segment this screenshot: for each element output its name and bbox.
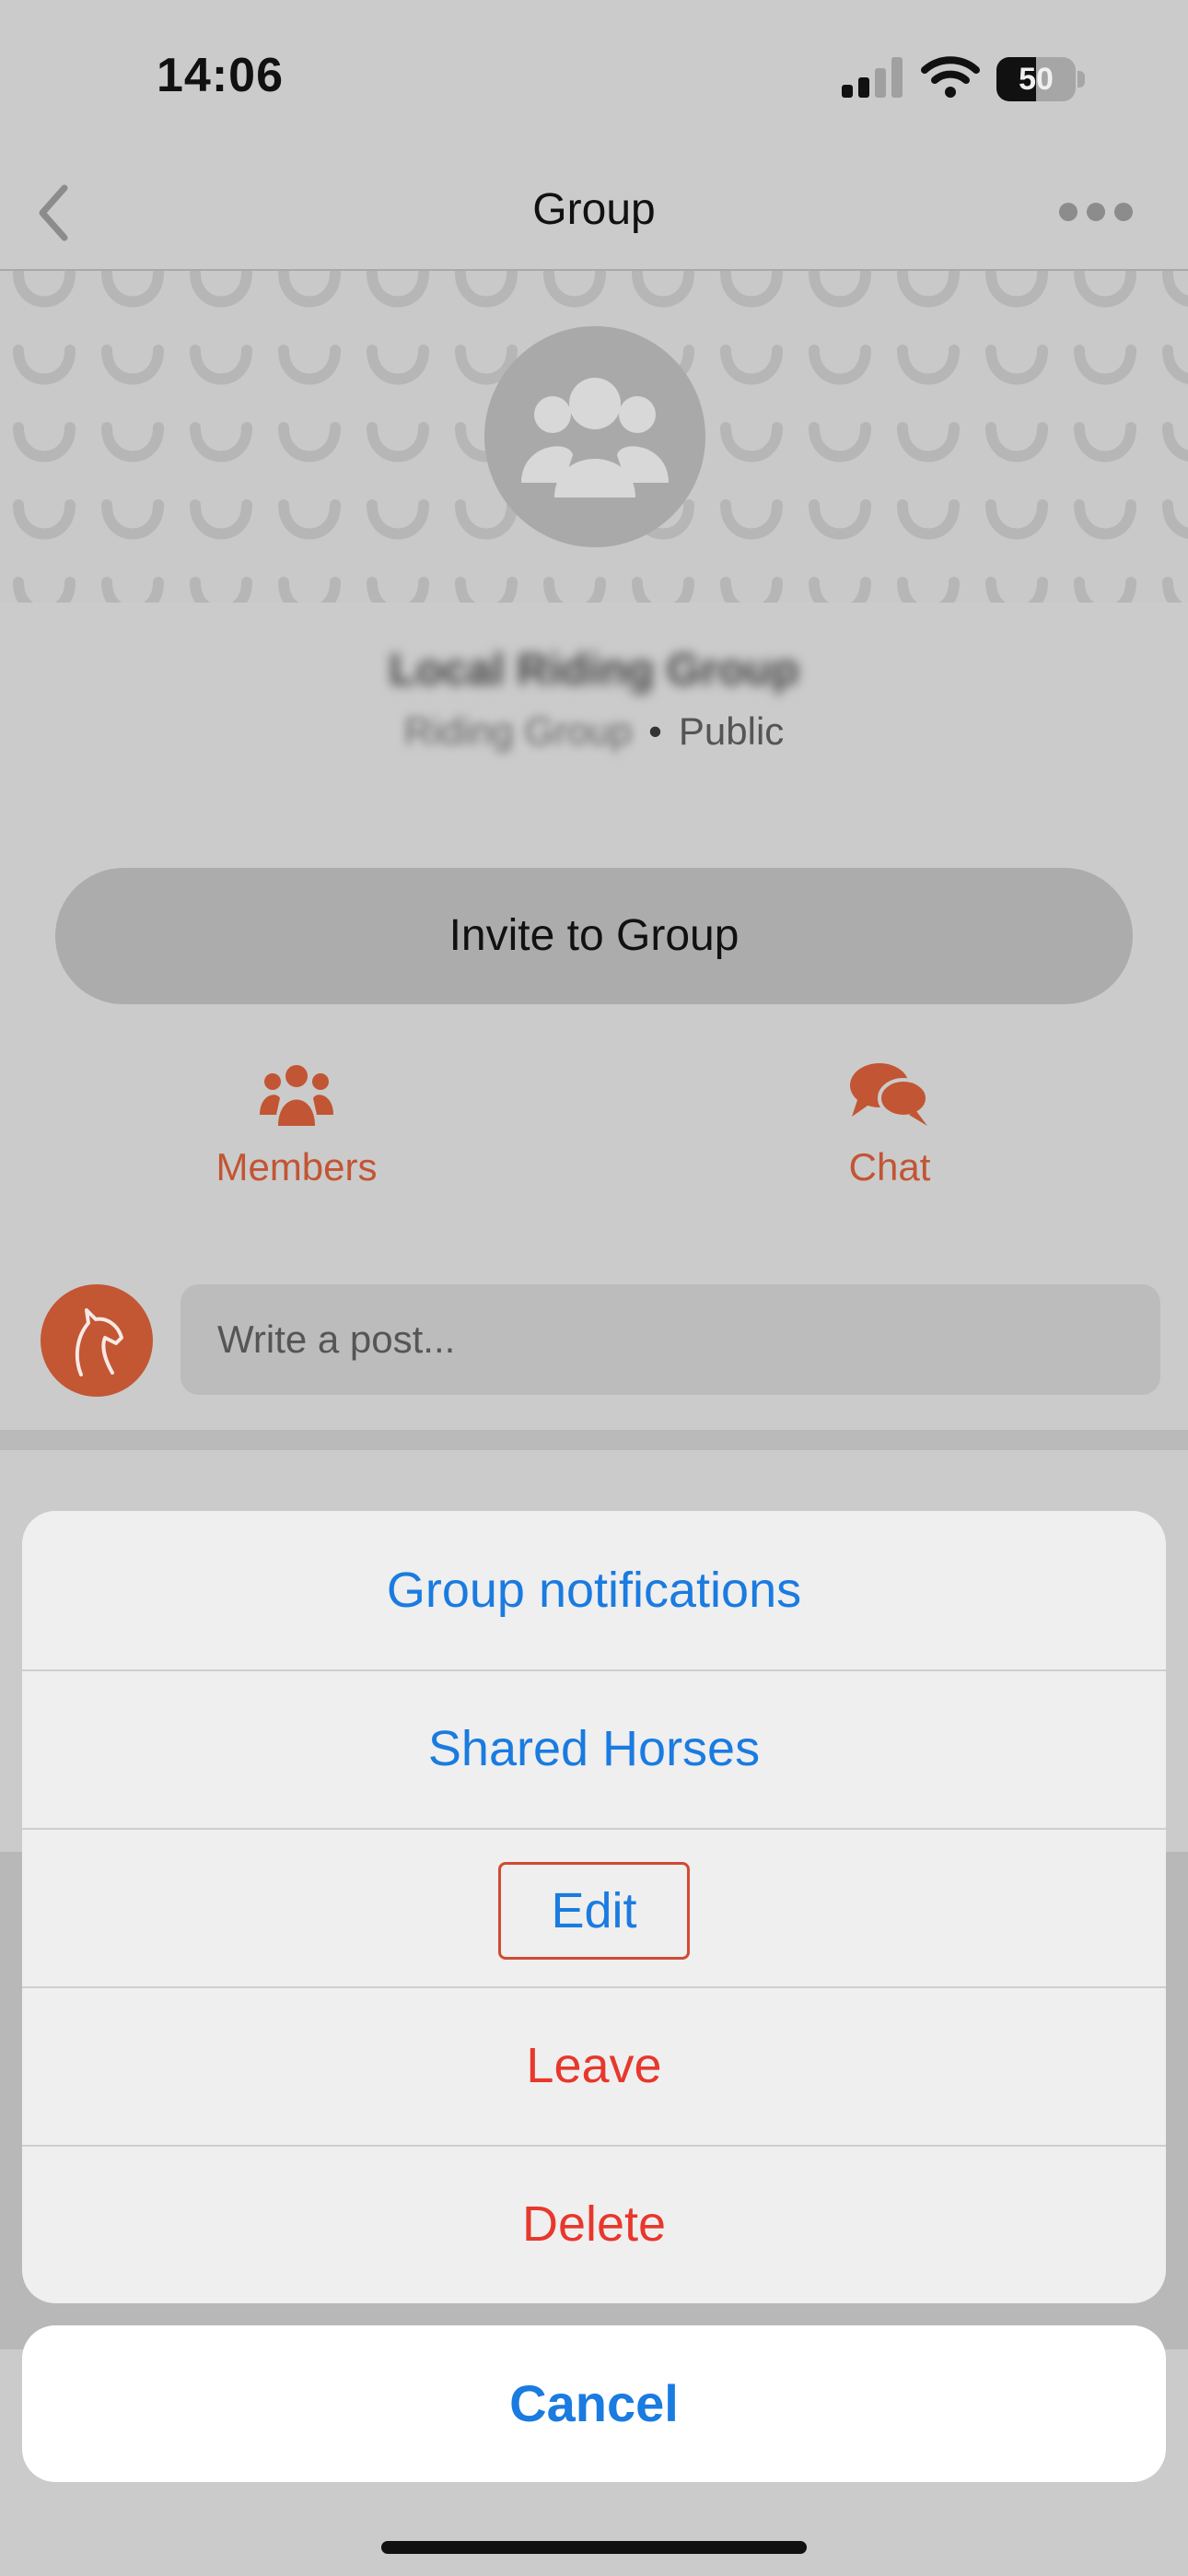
- write-post-input[interactable]: Write a post...: [181, 1284, 1160, 1395]
- cellular-signal-icon: [842, 57, 903, 98]
- invite-to-group-button[interactable]: Invite to Group: [55, 868, 1133, 1004]
- user-avatar[interactable]: [41, 1284, 153, 1397]
- group-notifications-option[interactable]: Group notifications: [22, 1511, 1166, 1671]
- home-indicator: [381, 2541, 807, 2554]
- group-name: Local Riding Group: [389, 646, 799, 695]
- battery-percentage: 50: [1019, 62, 1054, 97]
- edit-option-label: Edit: [498, 1861, 690, 1960]
- group-meta: Riding Group • Public: [0, 709, 1188, 754]
- group-avatar: [484, 326, 705, 547]
- leave-option[interactable]: Leave: [22, 1986, 1166, 2147]
- members-icon: [260, 1065, 333, 1126]
- separator-dot: •: [648, 709, 662, 753]
- wifi-icon: [921, 56, 980, 98]
- group-type: Riding Group: [403, 709, 633, 753]
- chat-label: Chat: [848, 1145, 931, 1188]
- shared-horses-option[interactable]: Shared Horses: [22, 1669, 1166, 1830]
- cancel-button[interactable]: Cancel: [22, 2325, 1166, 2482]
- battery-indicator: 50: [996, 57, 1085, 101]
- members-label: Members: [215, 1145, 378, 1188]
- status-time: 14:06: [157, 49, 284, 102]
- action-sheet: Group notifications Shared Horses Edit L…: [22, 1511, 1166, 2303]
- horse-avatar-icon: [75, 1308, 123, 1376]
- delete-option[interactable]: Delete: [22, 2145, 1166, 2303]
- chat-button[interactable]: Chat: [751, 1060, 1028, 1216]
- more-dots-icon: [1059, 203, 1077, 221]
- chat-icon: [850, 1063, 929, 1126]
- page-title: Group: [532, 185, 656, 234]
- group-icon: [521, 378, 669, 498]
- section-divider: [0, 1430, 1188, 1450]
- more-options-button[interactable]: [1059, 193, 1142, 230]
- edit-option[interactable]: Edit: [22, 1828, 1166, 1988]
- members-button[interactable]: Members: [158, 1060, 435, 1216]
- group-visibility: Public: [678, 709, 785, 753]
